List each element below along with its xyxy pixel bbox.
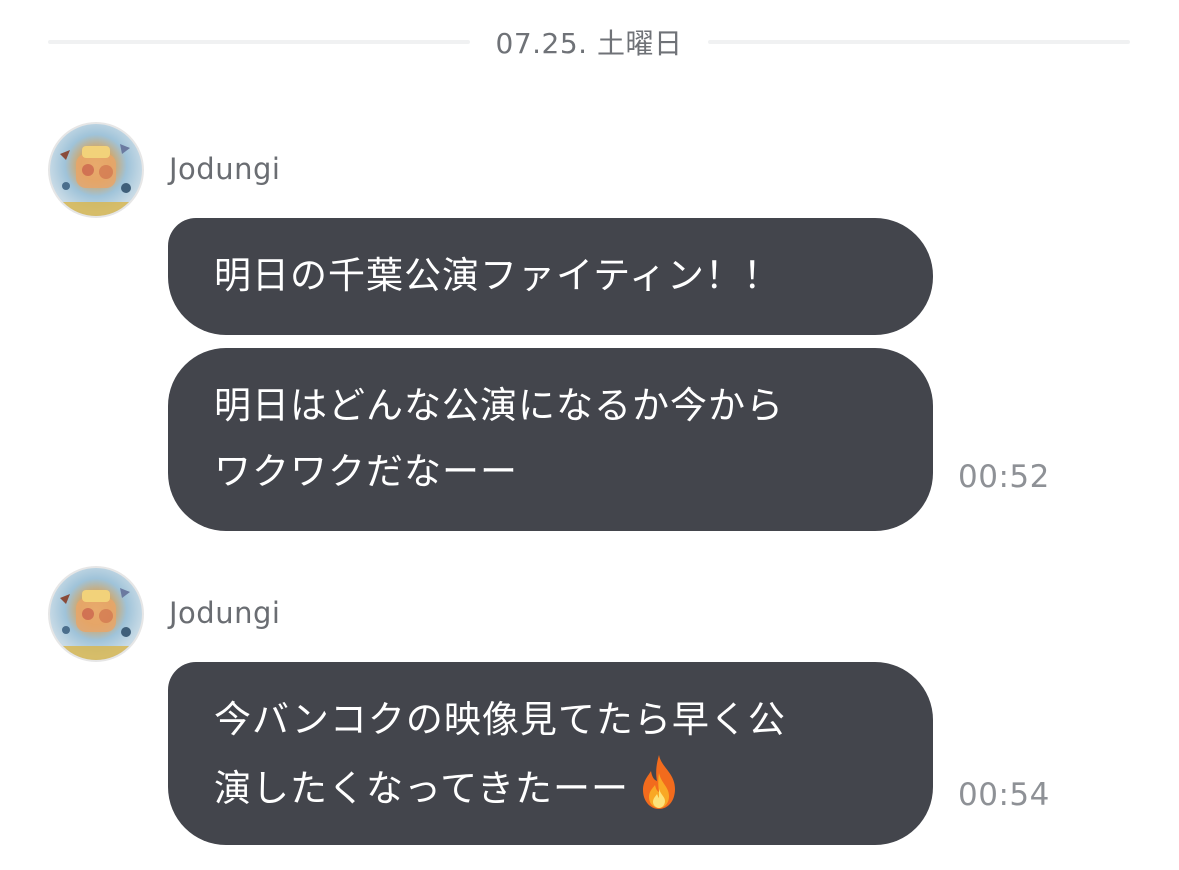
message-text: 明日の千葉公演ファイティン！！ [214,254,782,297]
message-text-line: 明日はどんな公演になるか今から [214,384,784,427]
sender-name[interactable]: Jodungi [169,596,280,630]
message-bubble[interactable]: 明日はどんな公演になるか今から ワクワクだなーー [168,348,933,531]
date-separator-line-right [708,40,1130,44]
message-text-line: 今バンコクの映像見てたら早く公 [214,698,786,741]
date-label: 07.25. 土曜日 [495,27,683,60]
date-separator-line-left [48,40,470,44]
message-timestamp: 00:52 [958,459,1050,495]
avatar[interactable] [48,122,144,218]
message-text-line: ワクワクだなーー [214,450,518,493]
message-timestamp: 00:54 [958,777,1050,813]
message-bubble[interactable]: 明日の千葉公演ファイティン！！ [168,218,933,335]
sender-name[interactable]: Jodungi [169,152,280,186]
message-bubble[interactable]: 今バンコクの映像見てたら早く公 演したくなってきたーー [168,662,933,845]
message-text-line-with-emoji: 演したくなってきたーー [214,753,889,822]
avatar[interactable] [48,566,144,662]
fire-icon [643,755,676,809]
date-separator: 07.25. 土曜日 [48,18,1130,66]
message-text-line: 演したくなってきたーー [214,767,630,810]
